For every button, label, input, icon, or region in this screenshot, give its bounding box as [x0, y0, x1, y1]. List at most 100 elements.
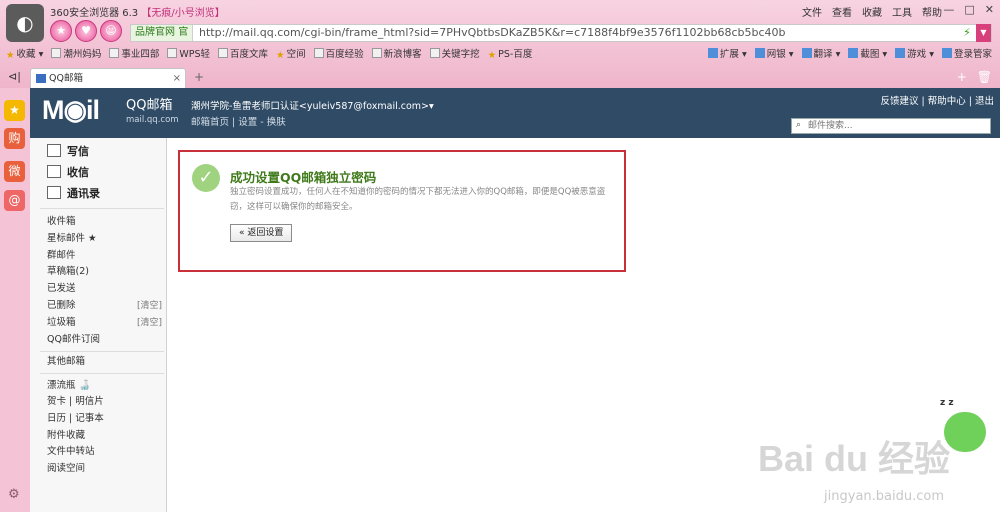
bookmark-item[interactable]: 事业四部 — [109, 46, 159, 61]
menu-tools[interactable]: 工具 — [892, 4, 912, 19]
address-dropdown-icon[interactable]: ▼ — [976, 24, 991, 42]
ext-login-manager[interactable]: 登录管家 — [941, 46, 992, 60]
shopping-icon[interactable]: 购 — [4, 128, 25, 149]
sidebar-toggle-icon[interactable]: ⊲| — [8, 70, 21, 83]
tool-cards[interactable]: 贺卡 | 明信片 — [47, 396, 104, 408]
qqmail-logo[interactable]: M◉il — [42, 96, 100, 124]
bookmark-item[interactable]: 百度经验 — [313, 46, 364, 61]
address-bar: 品牌官网 官 ⚡ ▼ — [130, 24, 992, 42]
page-icon — [218, 48, 229, 58]
tab-right-icons: + 🗑 — [957, 70, 992, 84]
ext-screenshot[interactable]: 截图 ▾ — [848, 46, 887, 60]
mail-content: ✓ 成功设置QQ邮箱独立密码 独立密码设置成功，任何人在不知道你的密码的情况下都… — [167, 138, 1000, 512]
gamepad-icon — [895, 48, 906, 58]
ext-label: 登录管家 — [953, 49, 992, 60]
page-icon — [371, 48, 382, 58]
settings-gear-icon[interactable]: ⚙ — [8, 487, 20, 502]
contacts-link[interactable]: 通讯录 — [47, 185, 100, 203]
bookmark-favorites[interactable]: ★ 收藏 ▾ — [6, 46, 43, 61]
account-name[interactable]: 潮州学院-鱼雷老师口认证<yuleiv587@foxmail.com>▾ — [191, 98, 434, 112]
bookmark-item[interactable]: WPS轻 — [167, 46, 210, 61]
tool-reading-space[interactable]: 阅读空间 — [47, 463, 85, 475]
qqmail-logo-text: QQ邮箱 — [126, 98, 173, 113]
scissors-icon — [848, 48, 859, 58]
page-icon — [313, 48, 324, 58]
brand-official-icon: 官 — [178, 27, 189, 38]
bookmark-item[interactable]: 关键字挖 — [429, 46, 480, 61]
minimize-icon[interactable]: — — [943, 3, 954, 16]
tab-close-icon[interactable]: × — [173, 69, 181, 88]
folder-drafts[interactable]: 草稿箱(2) — [47, 266, 89, 278]
tab-label: QQ邮箱 — [49, 73, 83, 84]
quick-heart-icon[interactable]: ♥ — [75, 20, 97, 42]
address-input[interactable] — [199, 25, 954, 41]
new-tab-icon[interactable]: + — [194, 70, 204, 84]
quick-smile-icon[interactable]: ☺ — [100, 20, 122, 42]
favorites-icon[interactable]: ★ — [4, 100, 25, 121]
empty-spam-link[interactable]: [清空] — [137, 317, 162, 329]
quick-star-icon[interactable]: ★ — [50, 20, 72, 42]
receive-mail-link[interactable]: 收信 — [47, 164, 89, 182]
weibo-icon[interactable]: 微 — [4, 161, 25, 182]
ext-extensions[interactable]: 扩展 ▾ — [707, 46, 747, 60]
menu-view[interactable]: 查看 — [832, 4, 852, 19]
mail-icon[interactable]: @ — [4, 190, 25, 211]
tab-qqmail[interactable]: QQ邮箱 × — [30, 68, 186, 88]
bookmark-label: 收藏 — [16, 49, 36, 60]
menu-help[interactable]: 帮助 — [922, 4, 942, 19]
folder-starred[interactable]: 星标邮件 ★ — [47, 233, 97, 245]
bookmark-item[interactable]: 百度文库 — [218, 46, 268, 61]
page-icon — [167, 48, 178, 58]
browser-menu: 文件 查看 收藏 工具 帮助 — [802, 4, 942, 19]
tool-file-transfer[interactable]: 文件中转站 — [47, 446, 95, 458]
tool-calendar[interactable]: 日历 | 记事本 — [47, 413, 104, 425]
close-window-icon[interactable]: ✕ — [985, 3, 994, 16]
baidu-watermark: Bai du 经验 — [757, 438, 950, 479]
folder-subscriptions[interactable]: QQ邮件订阅 — [47, 334, 100, 346]
search-icon[interactable]: ⌕ — [796, 120, 801, 130]
menu-favorites[interactable]: 收藏 — [862, 4, 882, 19]
folder-deleted[interactable]: 已删除 — [47, 300, 76, 312]
add-icon[interactable]: + — [957, 70, 967, 84]
bookmark-item[interactable]: ★ PS-百度 — [488, 46, 533, 61]
address-brand-badge[interactable]: 品牌官网 官 — [131, 25, 194, 41]
window-buttons: — □ ✕ — [943, 3, 994, 16]
receive-label: 收信 — [67, 166, 89, 179]
header-links[interactable]: 邮箱首页 | 设置 - 换肤 — [191, 114, 286, 128]
write-mail-link[interactable]: 写信 — [47, 143, 89, 161]
empty-deleted-link[interactable]: [清空] — [137, 300, 162, 312]
folder-sent[interactable]: 已发送 — [47, 283, 76, 295]
folder-inbox[interactable]: 收件箱 — [47, 216, 76, 228]
go-lightning-icon[interactable]: ⚡ — [959, 25, 975, 41]
ext-translate[interactable]: 翻译 ▾ — [801, 46, 840, 60]
trash-icon[interactable]: 🗑 — [977, 70, 992, 84]
mail-search-input[interactable] — [808, 119, 988, 133]
page-icon — [429, 48, 440, 58]
mail-favicon-icon — [36, 74, 46, 83]
ext-games[interactable]: 游戏 ▾ — [895, 46, 934, 60]
folder-group[interactable]: 群邮件 — [47, 250, 76, 262]
bookmark-item[interactable]: 新浪博客 — [371, 46, 422, 61]
bookmark-item[interactable]: 潮州妈妈 — [51, 46, 101, 61]
folder-spam[interactable]: 垃圾箱 — [47, 317, 76, 329]
back-to-settings-button[interactable]: « 返回设置 — [230, 224, 293, 242]
ext-bank[interactable]: 网银 ▾ — [754, 46, 794, 60]
other-mailboxes[interactable]: 其他邮箱 — [47, 356, 85, 368]
mail-search-box: ⌕ 12 — [791, 118, 1000, 165]
top-links[interactable]: 反馈建议 | 帮助中心 | 退出 — [881, 93, 994, 107]
tab-strip: ⊲| QQ邮箱 × + + 🗑 — [0, 66, 1000, 88]
browser-title: 360安全浏览器 6.3 【无痕/小号浏览】 — [50, 4, 225, 19]
ext-label: 游戏 — [907, 49, 927, 60]
ext-label: 翻译 — [813, 49, 833, 60]
bookmark-item[interactable]: ★ 空间 — [276, 46, 306, 61]
menu-file[interactable]: 文件 — [802, 4, 822, 19]
bookmark-label: 空间 — [286, 49, 306, 60]
page-icon — [51, 48, 62, 58]
star-icon: ★ — [6, 50, 15, 61]
star-icon: ★ — [487, 50, 497, 61]
tool-drift-bottle[interactable]: 漂流瓶 🍶 — [47, 380, 90, 392]
tool-attachments[interactable]: 附件收藏 — [47, 430, 85, 442]
browser-chrome: ◐ 360安全浏览器 6.3 【无痕/小号浏览】 文件 查看 收藏 工具 帮助 … — [0, 0, 1000, 88]
bookmark-label: WPS轻 — [179, 49, 211, 60]
maximize-icon[interactable]: □ — [964, 3, 974, 16]
